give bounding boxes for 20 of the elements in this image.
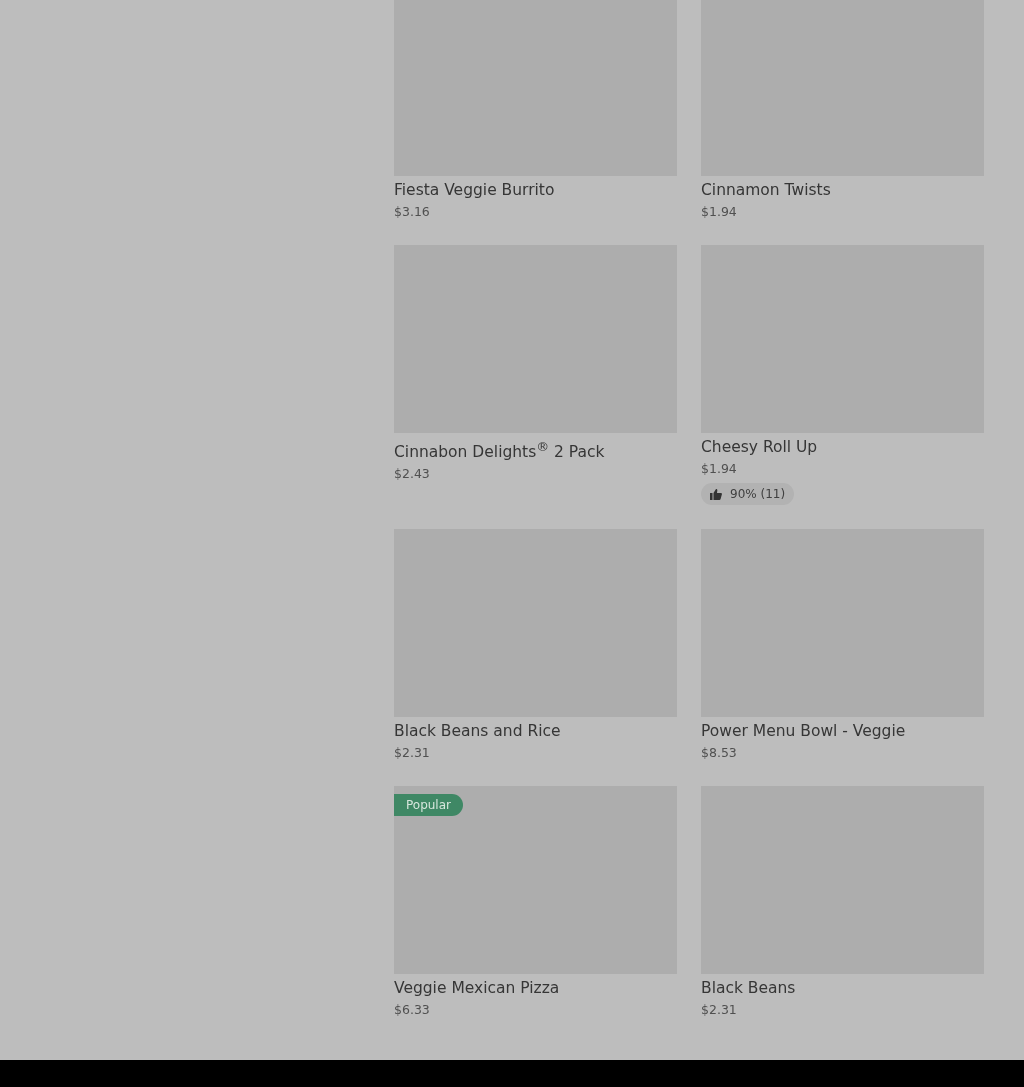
item-price: $8.53 — [701, 744, 737, 762]
item-name[interactable]: Cinnabon Delights$^{®}$ 2 Pack — [394, 437, 605, 463]
item-price: $2.43 — [394, 465, 430, 484]
item-price: $3.16 — [394, 203, 430, 221]
item-price: $2.31 — [394, 744, 430, 762]
item-price: $1.94 — [701, 460, 737, 478]
item-name[interactable]: Power Menu Bowl - Veggie — [701, 721, 906, 741]
item-name[interactable]: Cheesy Roll Up — [701, 437, 818, 457]
thumbs-up-icon — [710, 488, 722, 500]
item-name[interactable]: Black Beans and Rice — [394, 721, 561, 741]
rating-text: 90% (11) — [730, 487, 786, 501]
item-name[interactable]: Veggie Mexican Pizza — [394, 978, 560, 998]
item-name[interactable]: Black Beans — [701, 978, 796, 998]
item-name[interactable]: Fiesta Veggie Burrito — [394, 180, 555, 200]
item-price: $2.31 — [701, 1001, 737, 1019]
item-name[interactable]: Cinnamon Twists — [701, 180, 831, 200]
image-placeholder[interactable]: Popular — [394, 786, 677, 974]
popular-badge: Popular — [394, 794, 463, 816]
item-price: $1.94 — [701, 203, 737, 221]
item-price: $6.33 — [394, 1001, 430, 1019]
